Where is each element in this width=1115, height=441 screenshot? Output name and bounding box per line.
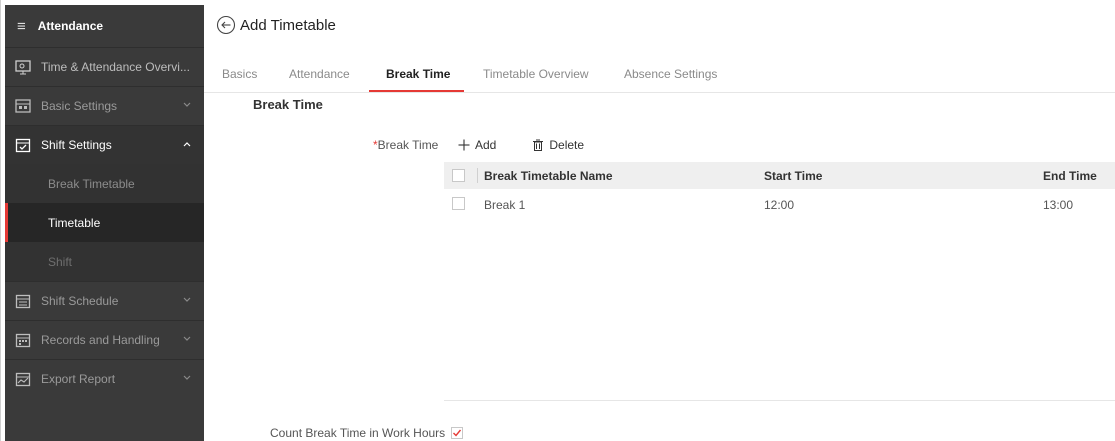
chevron-down-icon — [182, 372, 192, 386]
sidebar-item-label: Basic Settings — [41, 99, 118, 113]
chevron-down-icon — [182, 333, 192, 347]
chevron-down-icon — [182, 99, 192, 113]
sidebar-subitem-break-timetable[interactable]: Break Timetable — [5, 164, 204, 203]
column-divider — [477, 168, 478, 183]
sidebar-item-shift-settings[interactable]: Shift Settings — [5, 125, 204, 164]
checkmark-icon — [453, 429, 462, 437]
overview-icon — [15, 59, 31, 75]
break-timetable-table: Break Timetable Name Start Time End Time… — [444, 162, 1115, 221]
active-tab-indicator — [369, 90, 464, 92]
records-icon — [15, 332, 31, 348]
window-left-border — [0, 0, 1, 441]
table-bottom-divider — [444, 400, 1115, 401]
trash-icon — [532, 139, 544, 151]
calendar-check-icon — [15, 137, 31, 153]
sidebar-item-label: Shift Schedule — [41, 294, 119, 308]
sidebar-subitem-timetable[interactable]: Timetable — [5, 203, 204, 242]
main-content: Add Timetable Basics Attendance Break Ti… — [204, 5, 1115, 441]
tab-basics[interactable]: Basics — [222, 67, 257, 81]
sidebar-item-export-report[interactable]: Export Report — [5, 359, 204, 398]
delete-button-label: Delete — [549, 138, 585, 152]
tab-timetable-overview[interactable]: Timetable Overview — [483, 67, 589, 81]
sidebar-item-label: Time & Attendance Overvi... — [41, 60, 190, 74]
sidebar-item-basic-settings[interactable]: Basic Settings — [5, 86, 204, 125]
sidebar-item-overview[interactable]: Time & Attendance Overvi... — [5, 47, 204, 86]
tab-absence-settings[interactable]: Absence Settings — [624, 67, 717, 81]
settings-icon — [15, 98, 31, 114]
page-title: Add Timetable — [240, 16, 336, 34]
count-break-time-row: Count Break Time in Work Hours — [270, 426, 464, 440]
delete-button[interactable]: Delete — [532, 138, 584, 152]
sidebar-item-records-handling[interactable]: Records and Handling — [5, 320, 204, 359]
column-header-end-time: End Time — [1043, 169, 1097, 183]
page-header: Add Timetable — [204, 5, 1115, 45]
sidebar-subitem-label: Timetable — [48, 215, 101, 230]
column-header-start-time: Start Time — [764, 169, 823, 183]
sidebar-header-title: Attendance — [37, 19, 104, 33]
table-row[interactable]: Break 1 12:00 13:00 — [444, 189, 1115, 221]
select-all-checkbox[interactable] — [452, 169, 465, 182]
break-time-field-label: *Break Time — [373, 138, 438, 152]
sidebar-subitem-label: Break Timetable — [48, 176, 135, 191]
row-name: Break 1 — [484, 198, 526, 212]
back-arrow-icon[interactable] — [216, 15, 236, 35]
sidebar-item-label: Shift Settings — [41, 138, 112, 152]
table-header: Break Timetable Name Start Time End Time — [444, 162, 1115, 189]
row-end-time: 13:00 — [1043, 198, 1074, 212]
sidebar-subitem-label: Shift — [48, 254, 73, 269]
sidebar-subitem-shift[interactable]: Shift — [5, 242, 204, 281]
sidebar: ≡ Attendance Time & Attendance Overvi...… — [5, 5, 204, 441]
plus-icon — [458, 139, 470, 151]
section-title: Break Time — [253, 97, 323, 112]
sidebar-item-label: Records and Handling — [41, 333, 160, 347]
menu-icon[interactable]: ≡ — [17, 18, 26, 35]
add-button[interactable]: Add — [458, 138, 496, 152]
column-header-name: Break Timetable Name — [484, 169, 613, 183]
count-break-time-label: Count Break Time in Work Hours — [270, 426, 446, 440]
tab-bar: Basics Attendance Break Time Timetable O… — [204, 57, 1115, 93]
add-button-label: Add — [475, 138, 497, 152]
report-icon — [15, 371, 31, 387]
row-start-time: 12:00 — [764, 198, 795, 212]
row-checkbox[interactable] — [452, 197, 465, 210]
sidebar-item-shift-schedule[interactable]: Shift Schedule — [5, 281, 204, 320]
tab-break-time[interactable]: Break Time — [386, 67, 450, 81]
chevron-up-icon — [182, 138, 192, 152]
count-break-time-checkbox[interactable] — [451, 427, 464, 439]
table-toolbar: Add Delete — [458, 138, 620, 152]
tab-attendance[interactable]: Attendance — [289, 67, 350, 81]
schedule-icon — [15, 293, 31, 309]
sidebar-header: ≡ Attendance — [5, 5, 204, 47]
chevron-down-icon — [182, 294, 192, 308]
sidebar-item-label: Export Report — [41, 372, 116, 386]
break-time-label-text: Break Time — [377, 138, 439, 152]
